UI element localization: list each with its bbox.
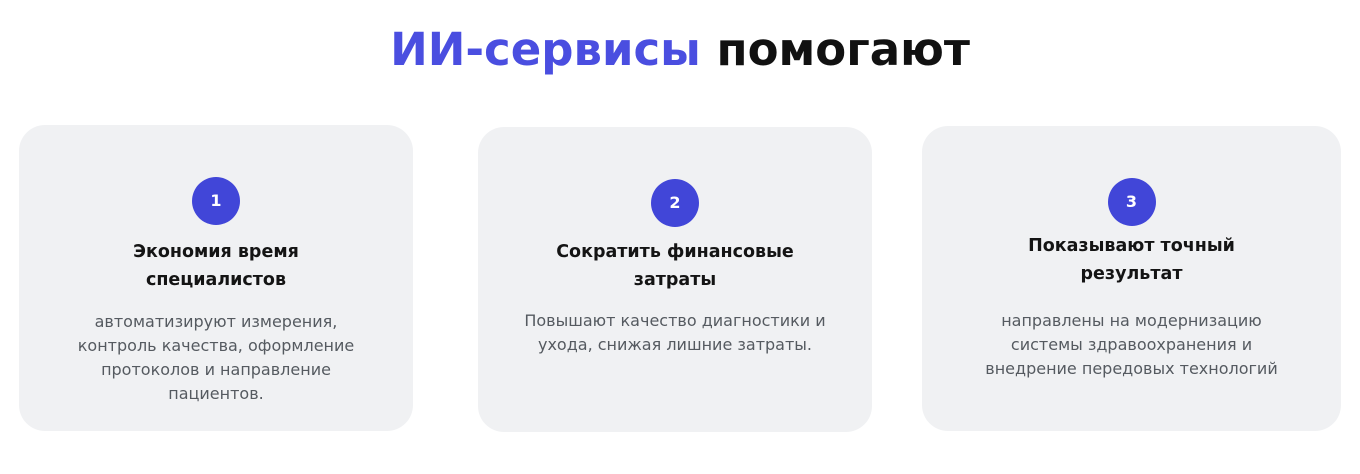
benefit-card-3: 3 Показывают точный результат направлены… <box>922 126 1341 431</box>
card-title: Экономия время специалистов <box>133 242 299 290</box>
page-title: ИИ-сервисы помогают <box>0 22 1360 78</box>
step-number-badge: 1 <box>192 177 240 225</box>
card-title: Показывают точный результат <box>1028 236 1235 284</box>
step-number-badge: 3 <box>1107 178 1156 226</box>
card-description: автоматизируют измерения, контроль качес… <box>77 312 355 403</box>
card-description: направлены на модернизацию системы здрав… <box>985 311 1278 378</box>
page-title-accent: ИИ-сервисы <box>390 23 701 76</box>
step-number-badge: 2 <box>651 179 699 227</box>
benefit-card-2: 2 Сократить финансовые затраты Повышают … <box>478 127 872 432</box>
benefit-card-1: 1 Экономия время специалистов автоматизи… <box>19 125 413 431</box>
page-title-rest: помогают <box>700 23 970 76</box>
card-description: Повышают качество диагностики и ухода, с… <box>524 311 826 354</box>
card-title: Сократить финансовые затраты <box>556 242 794 290</box>
